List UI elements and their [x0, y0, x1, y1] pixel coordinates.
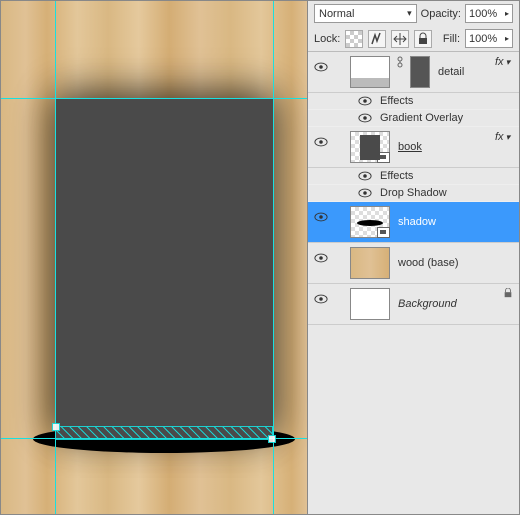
book-shape[interactable]	[55, 98, 273, 438]
chevron-down-icon: ▾	[506, 132, 511, 143]
opacity-input[interactable]: 100%	[465, 4, 513, 23]
layer-row[interactable]: detail fx▾	[308, 52, 519, 93]
layer-thumbnail[interactable]	[350, 288, 390, 320]
fx-badge[interactable]: fx▾	[495, 131, 515, 143]
visibility-toggle[interactable]	[312, 56, 330, 72]
blend-mode-select[interactable]: Normal	[314, 4, 417, 23]
layer-name[interactable]: book	[394, 131, 491, 163]
document-canvas[interactable]	[1, 1, 307, 514]
lock-row: Lock: Fill: 100%	[308, 26, 519, 52]
effects-header[interactable]: Effects	[308, 168, 519, 185]
fx-glyph: fx	[495, 56, 504, 68]
layer-row[interactable]: wood (base)	[308, 243, 519, 284]
fx-badge[interactable]: fx▾	[495, 56, 515, 68]
visibility-toggle[interactable]	[312, 131, 330, 147]
fill-label: Fill:	[443, 33, 460, 45]
layer-thumbnail[interactable]	[350, 131, 390, 163]
effect-item[interactable]: Gradient Overlay	[308, 110, 519, 127]
layer-row[interactable]: shadow	[308, 202, 519, 243]
layer-name[interactable]: wood (base)	[394, 247, 515, 279]
layer-row[interactable]: book fx▾	[308, 127, 519, 168]
fill-value: 100%	[469, 33, 497, 45]
effects-label: Effects	[380, 95, 413, 107]
fill-input[interactable]: 100%	[465, 29, 513, 48]
lock-icon[interactable]	[503, 288, 515, 301]
visibility-toggle[interactable]	[356, 113, 374, 123]
guide-horizontal[interactable]	[1, 98, 307, 99]
opacity-value: 100%	[469, 8, 497, 20]
transform-bbox[interactable]	[55, 426, 273, 440]
visibility-toggle[interactable]	[312, 247, 330, 263]
lock-all-icon[interactable]	[414, 30, 432, 48]
effects-label: Effects	[380, 170, 413, 182]
smart-object-icon	[377, 227, 390, 238]
layer-name[interactable]: detail	[434, 56, 491, 88]
smart-object-icon	[377, 152, 390, 163]
blend-row: Normal Opacity: 100%	[308, 1, 519, 26]
visibility-toggle[interactable]	[356, 171, 374, 181]
layer-mask-thumbnail[interactable]	[410, 56, 430, 88]
visibility-toggle[interactable]	[312, 206, 330, 222]
visibility-toggle[interactable]	[356, 188, 374, 198]
fx-glyph: fx	[495, 131, 504, 143]
chevron-down-icon: ▾	[506, 57, 511, 68]
lock-position-icon[interactable]	[391, 30, 409, 48]
blend-mode-value: Normal	[319, 8, 354, 20]
lock-pixels-icon[interactable]	[368, 30, 386, 48]
layers-list: detail fx▾ Effects Gradient Overlay book…	[308, 52, 519, 514]
effect-item[interactable]: Drop Shadow	[308, 185, 519, 202]
opacity-label: Opacity:	[421, 8, 461, 20]
layer-row[interactable]: Background	[308, 284, 519, 325]
layer-thumbnail[interactable]	[350, 247, 390, 279]
layer-name[interactable]: shadow	[394, 206, 515, 238]
visibility-toggle[interactable]	[312, 288, 330, 304]
app-root: Normal Opacity: 100% Lock: Fill: 100% de…	[0, 0, 520, 515]
layer-name[interactable]: Background	[394, 288, 499, 320]
visibility-toggle[interactable]	[356, 96, 374, 106]
link-icon[interactable]	[394, 56, 406, 68]
effect-name: Drop Shadow	[380, 187, 447, 199]
lock-label: Lock:	[314, 33, 340, 45]
layer-thumbnail[interactable]	[350, 56, 390, 88]
layers-panel: Normal Opacity: 100% Lock: Fill: 100% de…	[307, 1, 519, 514]
lock-transparency-icon[interactable]	[345, 30, 363, 48]
effect-name: Gradient Overlay	[380, 112, 463, 124]
effects-header[interactable]: Effects	[308, 93, 519, 110]
layer-thumbnail[interactable]	[350, 206, 390, 238]
